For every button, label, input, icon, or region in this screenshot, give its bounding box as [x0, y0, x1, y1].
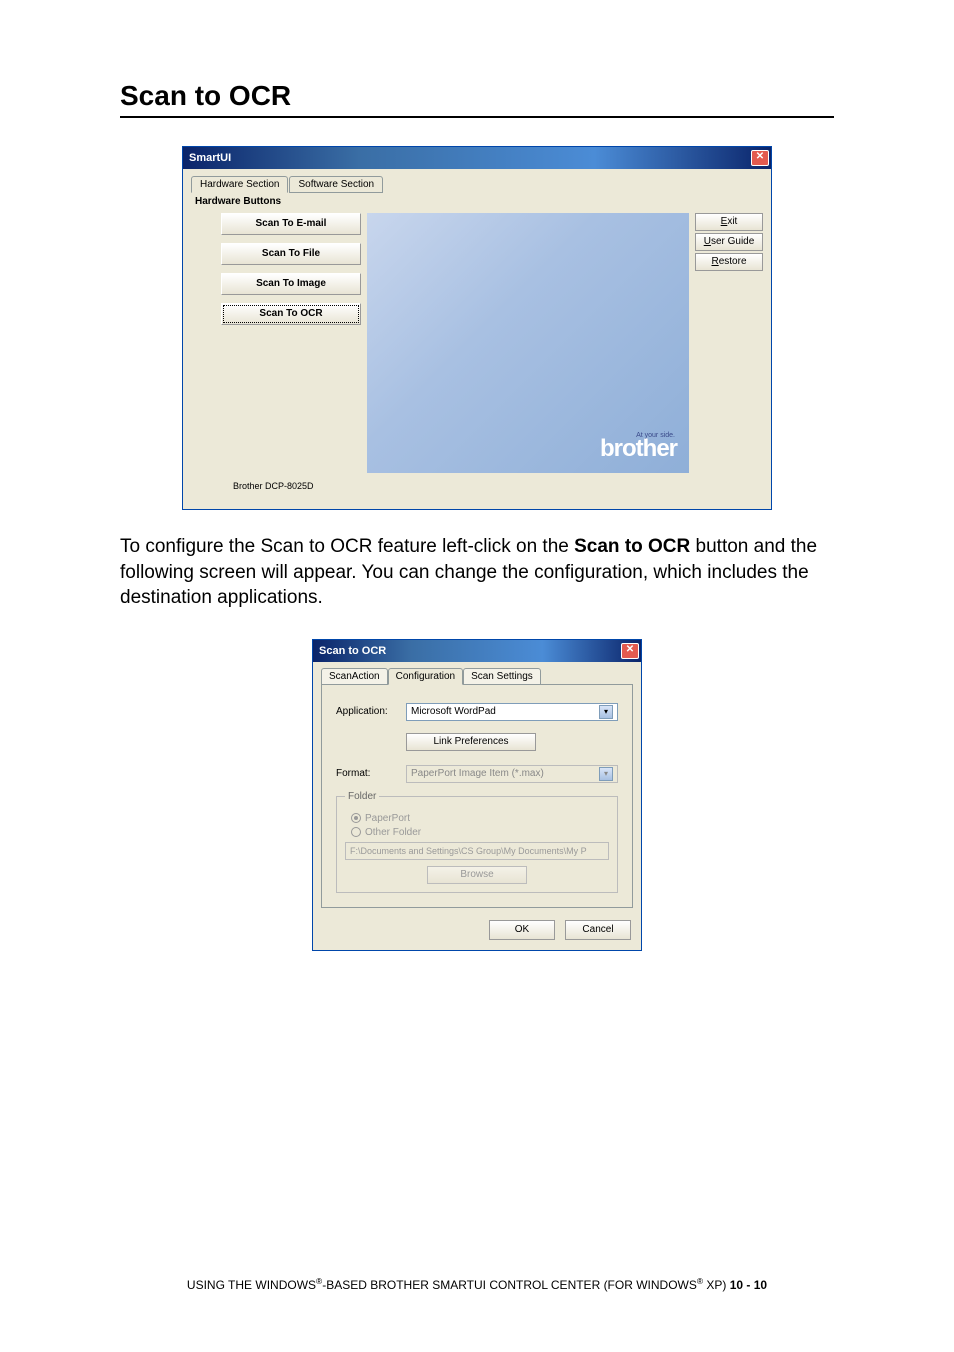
application-label: Application: — [336, 706, 398, 717]
exit-button[interactable]: Exit — [695, 213, 763, 231]
page-heading: Scan to OCR — [120, 80, 834, 118]
smartui-title: SmartUI — [189, 152, 231, 164]
user-guide-button[interactable]: User Guide — [695, 233, 763, 251]
radio-paperport: PaperPort — [351, 813, 609, 824]
smartui-window: SmartUI ✕ Hardware Section Software Sect… — [182, 146, 772, 510]
folder-fieldset: Folder PaperPort Other Folder F:\Documen… — [336, 791, 618, 893]
tab-software-section[interactable]: Software Section — [289, 176, 383, 193]
ocr-title: Scan to OCR — [319, 645, 386, 657]
scan-to-email-button[interactable]: Scan To E-mail — [221, 213, 361, 235]
smartui-titlebar: SmartUI ✕ — [183, 147, 771, 169]
chevron-down-icon[interactable]: ▾ — [599, 705, 613, 719]
close-icon[interactable]: ✕ — [751, 150, 769, 166]
ok-button[interactable]: OK — [489, 920, 555, 940]
close-icon[interactable]: ✕ — [621, 643, 639, 659]
page-footer: USING THE WINDOWS®-BASED BROTHER SMARTUI… — [0, 1276, 954, 1292]
scan-to-ocr-button[interactable]: Scan To OCR — [221, 303, 361, 325]
ocr-tabstrip: ScanAction Configuration Scan Settings — [321, 668, 633, 685]
smartui-tabstrip: Hardware Section Software Section — [191, 175, 763, 192]
brand-graphic: At your side. brother — [367, 213, 689, 473]
restore-button[interactable]: Restore — [695, 253, 763, 271]
body-paragraph: To configure the Scan to OCR feature lef… — [120, 534, 834, 611]
tab-scan-settings[interactable]: Scan Settings — [463, 668, 541, 685]
radio-other-folder: Other Folder — [351, 827, 609, 838]
cancel-button[interactable]: Cancel — [565, 920, 631, 940]
folder-path-input: F:\Documents and Settings\CS Group\My Do… — [345, 842, 609, 860]
scan-to-image-button[interactable]: Scan To Image — [221, 273, 361, 295]
tab-hardware-section[interactable]: Hardware Section — [191, 176, 288, 193]
browse-button: Browse — [427, 866, 527, 884]
format-label: Format: — [336, 768, 398, 779]
folder-legend: Folder — [345, 791, 379, 802]
scan-to-file-button[interactable]: Scan To File — [221, 243, 361, 265]
chevron-down-icon: ▾ — [599, 767, 613, 781]
radio-icon — [351, 813, 361, 823]
tab-scan-action[interactable]: ScanAction — [321, 668, 388, 685]
tab-configuration[interactable]: Configuration — [388, 668, 463, 685]
scan-to-ocr-dialog: Scan to OCR ✕ ScanAction Configuration S… — [312, 639, 642, 951]
model-label: Brother DCP-8025D — [191, 473, 763, 501]
format-select: PaperPort Image Item (*.max) ▾ — [406, 765, 618, 783]
hardware-buttons-label: Hardware Buttons — [195, 196, 763, 207]
ocr-titlebar: Scan to OCR ✕ — [313, 640, 641, 662]
link-preferences-button[interactable]: Link Preferences — [406, 733, 536, 751]
radio-icon — [351, 827, 361, 837]
brother-logo: brother — [600, 435, 677, 463]
application-select[interactable]: Microsoft WordPad ▾ — [406, 703, 618, 721]
